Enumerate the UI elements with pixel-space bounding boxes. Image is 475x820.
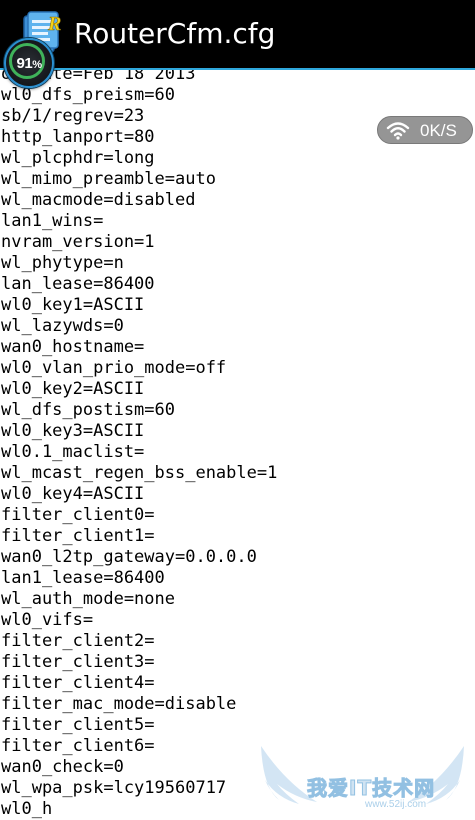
title-accent-line <box>0 68 475 70</box>
file-line: filter_client0= <box>1 505 155 525</box>
file-line: wl0_vlan_prio_mode=off <box>1 358 227 378</box>
file-line: filter_client5= <box>1 715 155 735</box>
file-line: wl_plcphdr=long <box>1 148 155 168</box>
file-line: wan0_hostname= <box>1 337 145 357</box>
file-line: nvram_version=1 <box>1 232 155 252</box>
file-line: filter_client3= <box>1 652 155 672</box>
battery-unit: % <box>32 58 42 71</box>
file-line: lan_lease=86400 <box>1 274 155 294</box>
file-line: lan1_lease=86400 <box>1 568 165 588</box>
file-line: wl_wpa_psk=lcy19560717 <box>1 778 227 798</box>
file-line: wl0.1_maclist= <box>1 442 145 462</box>
file-line: wan0_check=0 <box>1 757 124 777</box>
file-content[interactable]: os_date=Feb 18 2013 wl0_dfs_preism=60 sb/1… <box>0 64 475 820</box>
speed-label: 0K/S <box>420 121 457 140</box>
file-line: wl_mcast_regen_bss_enable=1 <box>1 463 278 483</box>
file-line: filter_client2= <box>1 631 155 651</box>
file-line: filter_client4= <box>1 673 155 693</box>
file-line: wl_macmode=disabled <box>1 190 196 210</box>
file-line: wl_lazywds=0 <box>1 316 124 336</box>
title-bar: R RouterCfm.cfg <box>0 0 475 68</box>
file-line: wl_auth_mode=none <box>1 589 175 609</box>
file-line: filter_client1= <box>1 526 155 546</box>
file-line: wl_mimo_preamble=auto <box>1 169 216 189</box>
window-title: RouterCfm.cfg <box>74 17 276 50</box>
file-line: wl0_vifs= <box>1 610 94 630</box>
svg-text:R: R <box>47 13 61 35</box>
file-line: wl0_key1=ASCII <box>1 295 145 315</box>
file-line: filter_mac_mode=disable <box>1 694 237 714</box>
file-line: wl_phytype=n <box>1 253 124 273</box>
battery-readout: 91% <box>17 55 42 72</box>
file-line: wan0_l2tp_gateway=0.0.0.0 <box>1 547 257 567</box>
battery-value: 91 <box>16 54 33 72</box>
file-line: wl0_key4=ASCII <box>1 484 145 504</box>
file-line: filter_client6= <box>1 736 155 756</box>
network-speed-indicator[interactable]: 0K/S <box>377 116 473 144</box>
file-line: lan1_wins= <box>1 211 104 231</box>
file-line: wl0_key3=ASCII <box>1 421 145 441</box>
file-line: wl0_key2=ASCII <box>1 379 145 399</box>
battery-widget[interactable]: 91% <box>4 38 54 88</box>
wifi-icon <box>386 120 410 140</box>
file-line: wl_dfs_postism=60 <box>1 400 175 420</box>
file-line: wl0_h <box>1 799 53 819</box>
file-line: wl0_dfs_preism=60 <box>1 85 175 105</box>
